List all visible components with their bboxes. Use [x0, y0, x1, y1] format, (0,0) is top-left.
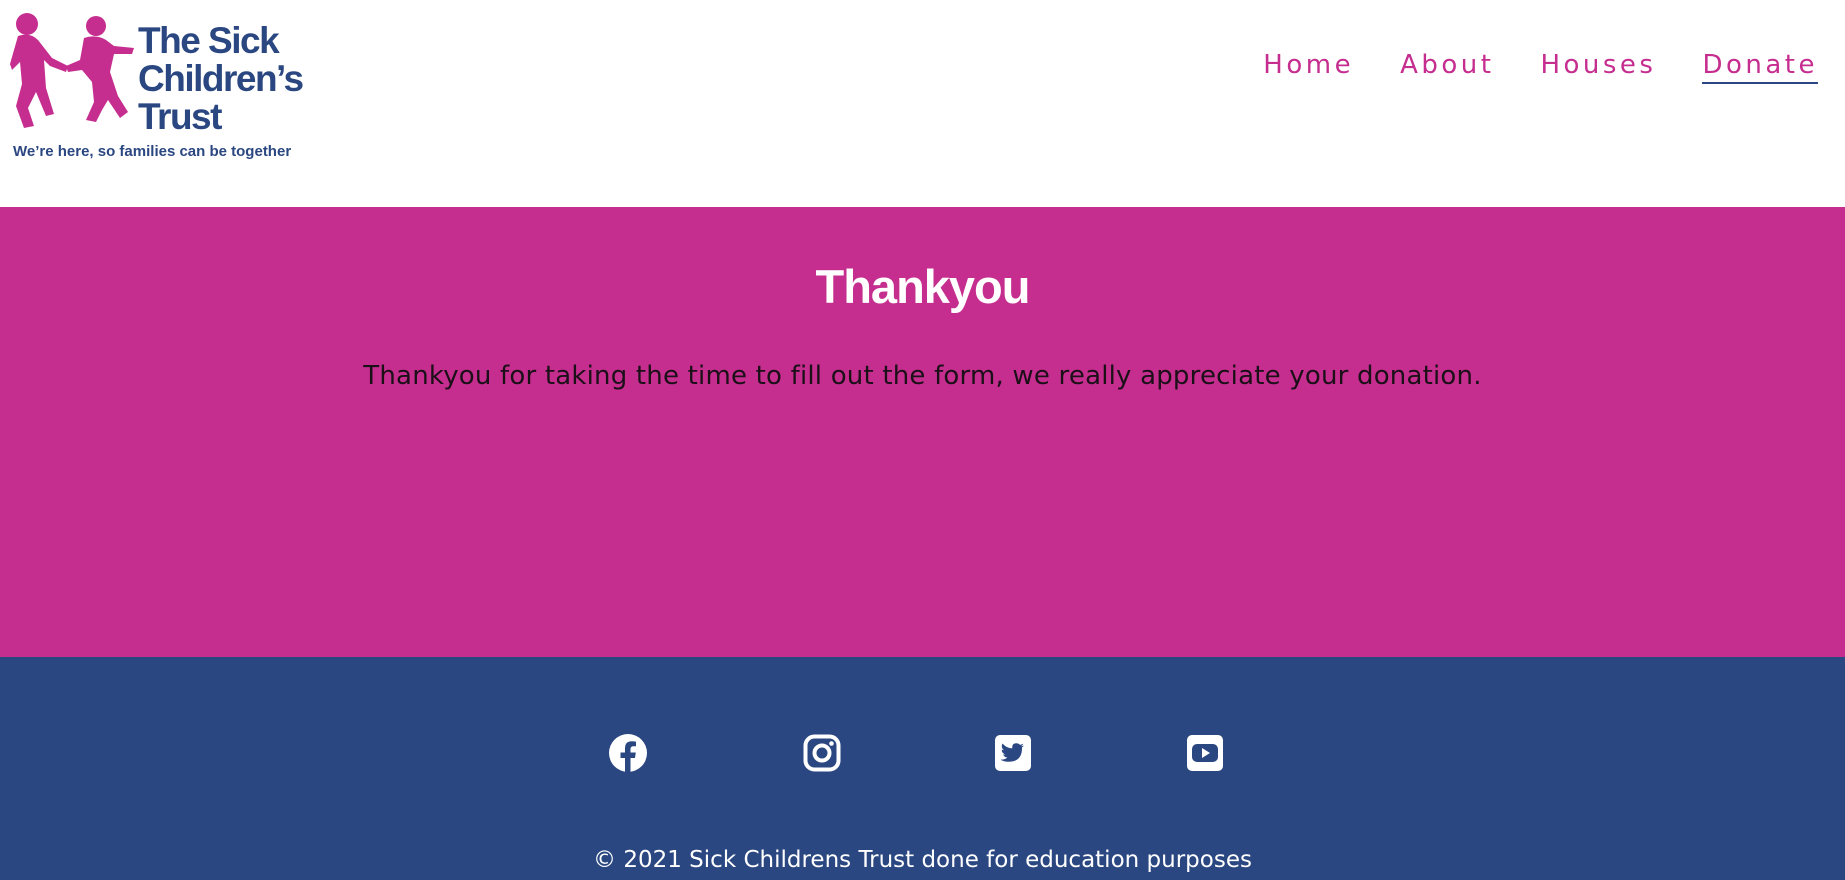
site-footer: © 2021 Sick Childrens Trust done for edu…	[0, 657, 1845, 880]
instagram-icon[interactable]	[802, 733, 842, 773]
youtube-icon[interactable]	[1185, 733, 1225, 773]
nav-link-donate[interactable]: Donate	[1702, 50, 1818, 84]
main-nav: Home About Houses Donate	[1263, 50, 1818, 84]
site-header: The Sick Children’s Trust We’re here, so…	[0, 0, 1845, 207]
logo-title-line: Children’s	[138, 58, 304, 99]
nav-link-home[interactable]: Home	[1263, 50, 1354, 84]
children-silhouette-icon	[10, 13, 134, 128]
thankyou-section: Thankyou Thankyou for taking the time to…	[0, 207, 1845, 657]
social-links	[0, 733, 1845, 773]
logo-title-line: The Sick	[138, 20, 280, 61]
logo-title: The Sick Children’s Trust	[138, 20, 304, 137]
nav-link-houses[interactable]: Houses	[1540, 50, 1656, 84]
nav-link-about[interactable]: About	[1400, 50, 1494, 84]
copyright-text: © 2021 Sick Childrens Trust done for edu…	[593, 847, 1252, 873]
page-title: Thankyou	[815, 260, 1031, 313]
twitter-icon[interactable]	[993, 733, 1033, 773]
logo-title-line: Trust	[138, 96, 222, 137]
site-logo[interactable]: The Sick Children’s Trust We’re here, so…	[10, 10, 320, 165]
facebook-icon[interactable]	[608, 733, 648, 773]
thankyou-message: Thankyou for taking the time to fill out…	[363, 361, 1482, 391]
logo-tagline: We’re here, so families can be together	[13, 143, 292, 160]
